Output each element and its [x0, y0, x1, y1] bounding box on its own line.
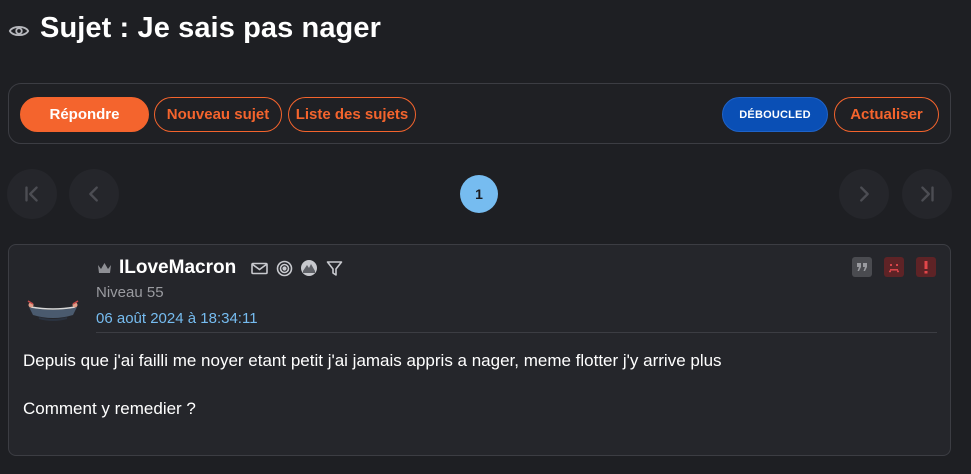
first-page-icon [25, 186, 38, 202]
reply-button[interactable]: Répondre [20, 97, 149, 132]
next-page-button[interactable] [839, 169, 889, 219]
post-divider [96, 332, 937, 333]
filter-icon[interactable] [325, 259, 343, 277]
report-button[interactable] [916, 257, 936, 277]
author-line: ILoveMacron [97, 257, 350, 279]
eye-icon[interactable] [8, 20, 30, 42]
badge-icon[interactable] [300, 259, 318, 277]
next-page-icon [860, 186, 869, 202]
previous-page-icon [89, 186, 98, 202]
blacklist-icon [889, 264, 899, 273]
blacklist-button[interactable] [884, 257, 904, 277]
crown-icon [98, 263, 111, 273]
topic-header: Sujet : Je sais pas nager [8, 12, 381, 45]
refresh-button[interactable]: Actualiser [834, 97, 939, 132]
author-level: Niveau 55 [96, 284, 164, 301]
quote-icon [857, 263, 867, 271]
post-date[interactable]: 06 août 2024 à 18:34:11 [96, 310, 258, 327]
quote-button[interactable] [852, 257, 872, 277]
last-page-button[interactable] [902, 169, 952, 219]
last-page-icon [921, 186, 934, 202]
spiral-icon[interactable] [275, 259, 293, 277]
deboucled-button[interactable]: DÉBOUCLED [722, 97, 828, 132]
previous-page-button[interactable] [69, 169, 119, 219]
page-title: Sujet : Je sais pas nager [40, 12, 381, 44]
forum-post: ILoveMacron Niveau 55 06 août 2024 à 18:… [8, 244, 951, 456]
current-page[interactable]: 1 [460, 175, 498, 213]
author-name[interactable]: ILoveMacron [119, 257, 236, 279]
topic-toolbar: Répondre Nouveau sujet Liste des sujets … [8, 83, 951, 144]
report-icon [924, 261, 928, 274]
post-paragraph: Comment y remedier ? [23, 399, 196, 418]
avatar[interactable] [25, 289, 81, 323]
topic-list-button[interactable]: Liste des sujets [288, 97, 416, 132]
first-page-button[interactable] [7, 169, 57, 219]
post-paragraph: Depuis que j'ai failli me noyer etant pe… [23, 351, 722, 370]
new-topic-button[interactable]: Nouveau sujet [154, 97, 282, 132]
mail-icon[interactable] [250, 259, 268, 277]
